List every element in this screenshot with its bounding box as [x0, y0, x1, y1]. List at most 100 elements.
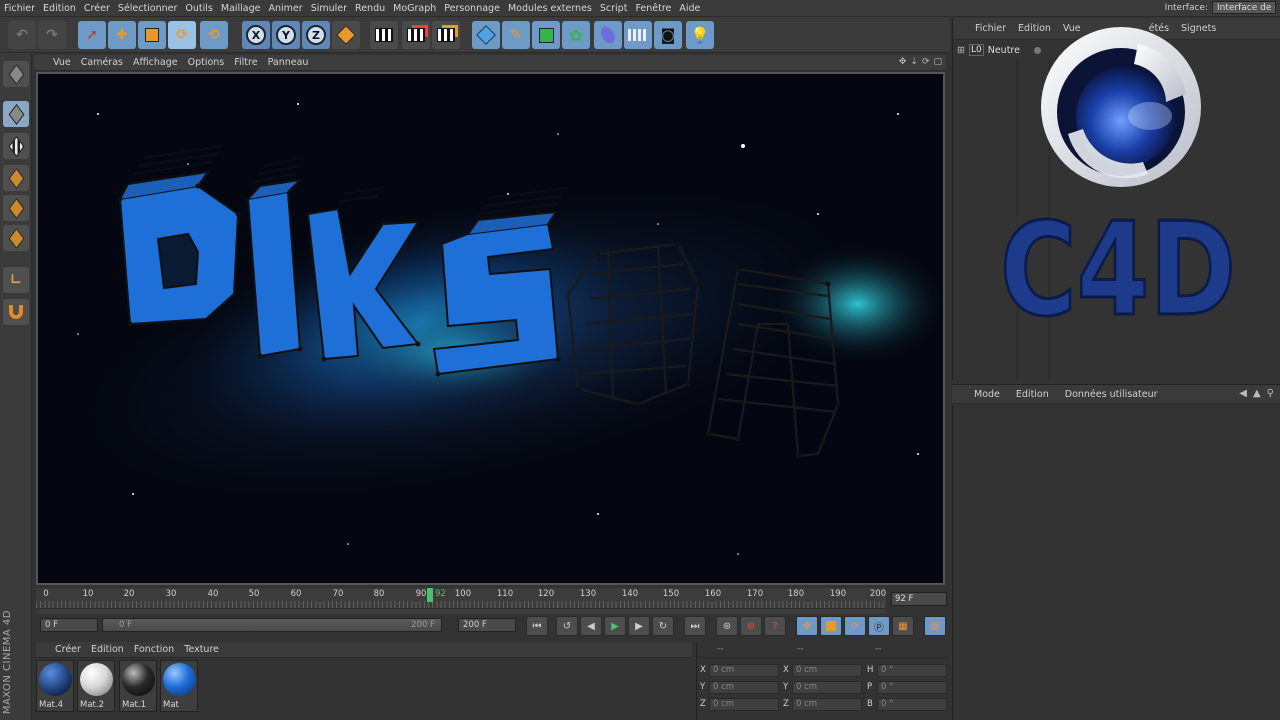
key-pla-button[interactable]: ▦ [892, 616, 914, 636]
timeline-ruler[interactable]: 0 10 20 30 40 50 60 70 80 90 100 110 120… [36, 588, 886, 614]
end-frame-field[interactable]: 200 F [458, 618, 516, 632]
attr-menu-donnees-utilisateur[interactable]: Données utilisateur [1057, 389, 1166, 400]
axis-x-button[interactable]: X [242, 21, 270, 49]
scale-tool-button[interactable] [138, 21, 166, 49]
menu-rendu[interactable]: Rendu [351, 3, 389, 14]
timeline-window-button[interactable]: ▤ [924, 616, 946, 636]
redo-button[interactable]: ↷ [38, 21, 66, 49]
coord-rotation-p-field[interactable]: 0 ° [877, 681, 947, 694]
render-view-button[interactable] [370, 21, 398, 49]
maximize-icon[interactable]: ▢ [933, 57, 942, 67]
render-settings-button[interactable] [432, 21, 460, 49]
object-row-neutre[interactable]: ⊞ L0 Neutre [957, 44, 1041, 56]
axis-y-button[interactable]: Y [272, 21, 300, 49]
viewport-menu-vue[interactable]: Vue [48, 57, 76, 68]
coord-rotation-h-field[interactable]: 0 ° [877, 664, 947, 677]
add-subdivision-button[interactable] [532, 21, 560, 49]
goto-start-button[interactable]: ⏮ [526, 616, 548, 636]
coord-size-z-field[interactable]: 0 cm [792, 698, 862, 711]
menu-creer[interactable]: Créer [80, 3, 114, 14]
menu-personnage[interactable]: Personnage [440, 3, 504, 14]
up-arrow-icon[interactable]: ▲ [1253, 388, 1261, 399]
viewport-menu-filtre[interactable]: Filtre [229, 57, 262, 68]
om-menu-fichier[interactable]: Fichier [969, 23, 1012, 34]
3d-viewport[interactable] [36, 72, 945, 585]
viewport-menu-affichage[interactable]: Affichage [128, 57, 183, 68]
prev-frame-button[interactable]: ◀ [580, 616, 602, 636]
mat-menu-texture[interactable]: Texture [179, 644, 224, 655]
move-tool-button[interactable]: ✚ [108, 21, 136, 49]
coord-position-x-field[interactable]: 0 cm [709, 664, 779, 677]
expand-icon[interactable]: ⊞ [957, 45, 965, 56]
select-tool-button[interactable]: ➚ [78, 21, 106, 49]
viewport-menu-cameras[interactable]: Caméras [76, 57, 128, 68]
menu-fenetre[interactable]: Fenêtre [631, 3, 675, 14]
mat-menu-edition[interactable]: Edition [86, 644, 129, 655]
play-button[interactable]: ▶ [604, 616, 626, 636]
interface-dropdown[interactable]: Interface de dé [1212, 1, 1276, 14]
material-swatch[interactable]: Mat.1 [119, 660, 157, 712]
keyframe-selection-button[interactable]: ? [764, 616, 786, 636]
preview-range-slider[interactable]: 0 F 200 F [102, 618, 442, 632]
add-deformer-button[interactable] [594, 21, 622, 49]
coord-rotation-b-field[interactable]: 0 ° [877, 698, 947, 711]
material-swatch[interactable]: Mat.4 [36, 660, 74, 712]
key-scale-button[interactable] [820, 616, 842, 636]
search-icon[interactable]: ⚲ [1267, 388, 1274, 399]
autokey-button[interactable]: ⊚ [740, 616, 762, 636]
menu-script[interactable]: Script [596, 3, 632, 14]
key-rotation-button[interactable]: ⟳ [844, 616, 866, 636]
add-mograph-button[interactable]: ✿ [562, 21, 590, 49]
axis-mode-button[interactable]: ∟ [3, 267, 29, 293]
start-frame-field[interactable]: 0 F [40, 618, 98, 632]
menu-animer[interactable]: Animer [265, 3, 307, 14]
add-camera-button[interactable]: ◙ [654, 21, 682, 49]
record-keys-button[interactable]: ⊛ [716, 616, 738, 636]
menu-maillage[interactable]: Maillage [217, 3, 265, 14]
points-mode-button[interactable] [3, 165, 29, 191]
timeline-playhead[interactable] [427, 588, 433, 602]
orbit-icon[interactable]: ⟳ [922, 57, 930, 67]
material-swatch[interactable]: Mat.2 [77, 660, 115, 712]
next-frame-button[interactable]: ▶ [628, 616, 650, 636]
back-arrow-icon[interactable]: ◀ [1239, 388, 1247, 399]
coordinate-system-button[interactable] [332, 21, 360, 49]
rotate-tool-button[interactable]: ⟳ [168, 21, 196, 49]
menu-selectionner[interactable]: Sélectionner [114, 3, 182, 14]
next-key-button[interactable]: ↻ [652, 616, 674, 636]
edges-mode-button[interactable] [3, 195, 29, 221]
recent-tool-button[interactable]: ⟲ [200, 21, 228, 49]
menu-fichier[interactable]: Fichier [0, 3, 39, 14]
key-parameter-button[interactable]: Ⓟ [868, 616, 890, 636]
attr-menu-edition[interactable]: Edition [1008, 389, 1057, 400]
viewport-menu-panneau[interactable]: Panneau [263, 57, 314, 68]
attr-menu-mode[interactable]: Mode [966, 389, 1008, 400]
add-environment-button[interactable] [624, 21, 652, 49]
model-mode-button[interactable] [3, 101, 29, 127]
goto-end-button[interactable]: ⏭ [684, 616, 706, 636]
snap-button[interactable] [3, 299, 29, 325]
dolly-icon[interactable]: ⇣ [910, 57, 918, 67]
menu-modules-externes[interactable]: Modules externes [504, 3, 596, 14]
current-frame-field[interactable]: 92 F [891, 592, 947, 606]
key-position-button[interactable]: ✥ [796, 616, 818, 636]
prev-key-button[interactable]: ↺ [556, 616, 578, 636]
mat-menu-fonction[interactable]: Fonction [129, 644, 179, 655]
menu-edition[interactable]: Edition [39, 3, 80, 14]
axis-z-button[interactable]: Z [302, 21, 330, 49]
menu-mograph[interactable]: MoGraph [389, 3, 440, 14]
undo-button[interactable]: ↶ [8, 21, 36, 49]
material-swatch[interactable]: Mat [160, 660, 198, 712]
viewport-menu-options[interactable]: Options [183, 57, 230, 68]
add-spline-button[interactable]: ✎ [502, 21, 530, 49]
pan-icon[interactable]: ✥ [899, 57, 907, 67]
menu-outils[interactable]: Outils [181, 3, 216, 14]
coord-size-y-field[interactable]: 0 cm [792, 681, 862, 694]
menu-simuler[interactable]: Simuler [307, 3, 351, 14]
texture-mode-button[interactable] [3, 133, 29, 159]
polygons-mode-button[interactable] [3, 225, 29, 251]
add-light-button[interactable]: 💡 [686, 21, 714, 49]
render-picture-viewer-button[interactable] [402, 21, 430, 49]
coord-position-z-field[interactable]: 0 cm [709, 698, 779, 711]
coord-size-x-field[interactable]: 0 cm [792, 664, 862, 677]
